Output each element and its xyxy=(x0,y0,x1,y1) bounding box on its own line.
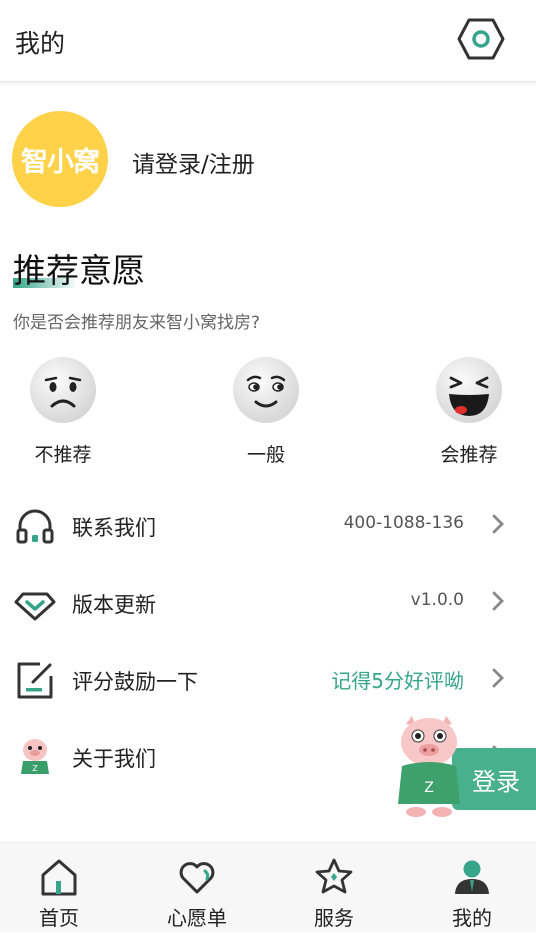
mascot-pig-icon[interactable]: Z xyxy=(394,714,464,818)
mascot-pig-icon: Z xyxy=(21,739,49,774)
recommend-option-label: 不推荐 xyxy=(34,444,92,466)
recommend-section-title: 推荐意愿 xyxy=(13,251,145,290)
version-number: v1.0.0 xyxy=(410,590,464,610)
avatar-logo-text: 智小窝 xyxy=(21,146,100,178)
user-icon xyxy=(455,860,489,894)
recommend-option-label: 一般 xyxy=(246,444,285,466)
recommend-option-label: 会推荐 xyxy=(440,444,498,466)
bottom-tab-bar: 首页 心愿单 服务 我的 xyxy=(0,842,536,932)
menu-contact-us[interactable]: 联系我们 400-1088-136 xyxy=(0,488,536,564)
contact-phone-number: 400-1088-136 xyxy=(343,513,464,533)
page-title: 我的 xyxy=(15,29,66,58)
tab-mine[interactable]: 我的 xyxy=(405,843,536,933)
tab-home[interactable]: 首页 xyxy=(0,843,126,933)
menu-label: 评分鼓励一下 xyxy=(72,670,198,694)
settings-hexagon-icon xyxy=(457,18,505,60)
svg-text:Z: Z xyxy=(424,780,434,796)
avatar[interactable]: 智小窝 xyxy=(12,111,108,207)
tab-label: 首页 xyxy=(39,906,79,930)
headset-icon xyxy=(16,509,54,544)
svg-text:Z: Z xyxy=(32,764,38,773)
recommend-section-subtitle: 你是否会推荐朋友来智小窝找房? xyxy=(13,313,261,333)
login-register-link[interactable]: 请登录/注册 xyxy=(132,145,255,179)
menu-version-update[interactable]: 版本更新 v1.0.0 xyxy=(0,565,536,641)
tab-label: 我的 xyxy=(452,906,492,930)
menu-label: 关于我们 xyxy=(72,747,156,771)
menu-label: 联系我们 xyxy=(72,516,156,540)
tab-wishlist[interactable]: 心愿单 xyxy=(130,843,264,933)
chevron-right-icon xyxy=(492,668,504,688)
tab-label: 心愿单 xyxy=(167,906,227,930)
neutral-face-icon xyxy=(233,357,299,423)
edit-rating-icon xyxy=(17,662,53,699)
recommend-option-recommend[interactable]: 会推荐 xyxy=(406,356,526,466)
rating-hint-text: 记得5分好评呦 xyxy=(331,669,464,693)
top-app-bar: 我的 xyxy=(0,0,536,82)
tab-service[interactable]: 服务 xyxy=(267,843,401,933)
laughing-face-icon xyxy=(436,357,502,423)
chevron-right-icon xyxy=(492,514,504,534)
recommend-option-neutral[interactable]: 一般 xyxy=(203,356,323,466)
heart-icon xyxy=(179,862,215,894)
recommend-option-not-recommend[interactable]: 不推荐 xyxy=(0,356,120,466)
sad-face-icon xyxy=(30,357,96,423)
home-icon xyxy=(41,859,77,896)
chevron-right-icon xyxy=(492,591,504,611)
menu-rate-app[interactable]: 评分鼓励一下 记得5分好评呦 xyxy=(0,642,536,718)
star-icon xyxy=(315,858,353,894)
tab-label: 服务 xyxy=(314,906,354,930)
settings-button[interactable] xyxy=(456,15,506,63)
diamond-update-icon xyxy=(14,592,56,621)
floating-login-label: 登录 xyxy=(472,768,520,796)
menu-label: 版本更新 xyxy=(72,593,156,617)
